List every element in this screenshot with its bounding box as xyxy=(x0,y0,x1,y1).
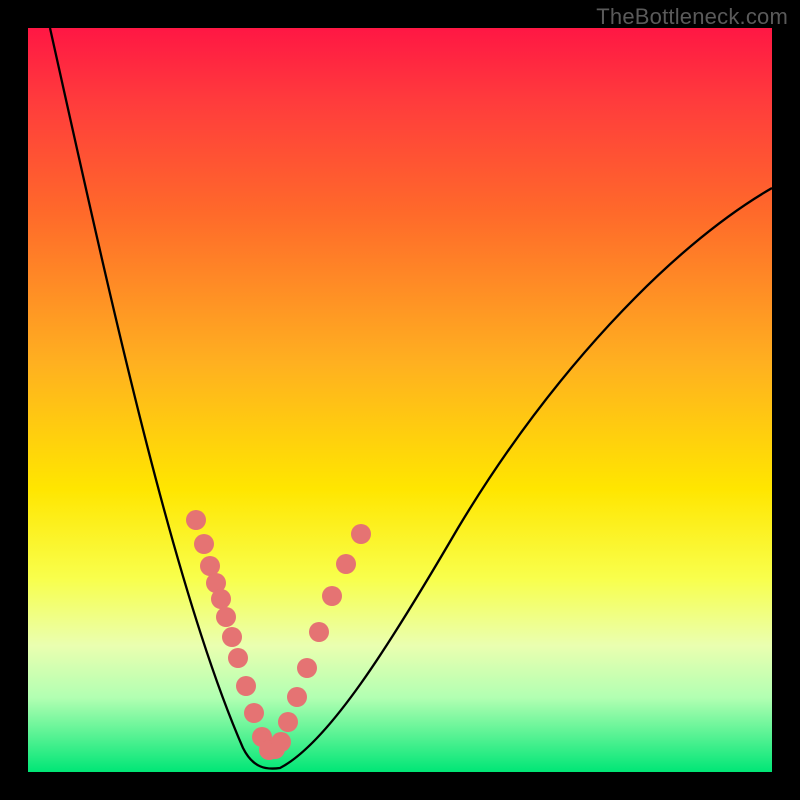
data-point-marker xyxy=(309,622,329,642)
data-point-marker xyxy=(194,534,214,554)
data-point-marker xyxy=(351,524,371,544)
data-point-marker xyxy=(186,510,206,530)
plot-area xyxy=(28,28,772,772)
data-point-marker xyxy=(297,658,317,678)
bottleneck-curve xyxy=(50,28,772,769)
data-point-marker xyxy=(216,607,236,627)
data-point-marker xyxy=(271,732,291,752)
data-point-marker xyxy=(287,687,307,707)
data-point-marker xyxy=(278,712,298,732)
watermark-text: TheBottleneck.com xyxy=(596,4,788,30)
data-point-marker xyxy=(228,648,248,668)
data-point-marker xyxy=(200,556,220,576)
data-point-marker xyxy=(336,554,356,574)
curve-layer xyxy=(28,28,772,772)
data-point-marker xyxy=(222,627,242,647)
chart-frame: TheBottleneck.com xyxy=(0,0,800,800)
data-point-marker xyxy=(322,586,342,606)
marker-group xyxy=(186,510,371,760)
data-point-marker xyxy=(236,676,256,696)
data-point-marker xyxy=(211,589,231,609)
data-point-marker xyxy=(244,703,264,723)
